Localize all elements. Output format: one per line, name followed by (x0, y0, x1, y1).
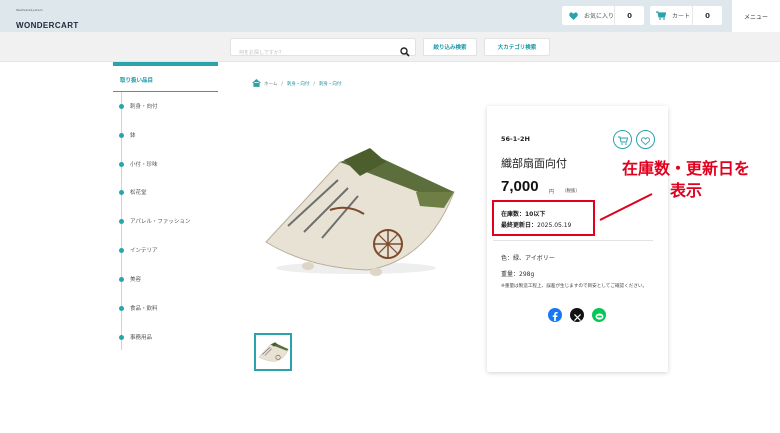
page: WebSaleSystem WONDERCART お気に入り 0 カート 0 メ… (0, 0, 780, 433)
annotation-line-2: 表示 (669, 181, 702, 200)
annotation-line-1: 在庫数・更新日を (621, 159, 750, 178)
annotation-text: 在庫数・更新日を 表示 (596, 158, 776, 202)
annotation-arrow (599, 193, 653, 221)
